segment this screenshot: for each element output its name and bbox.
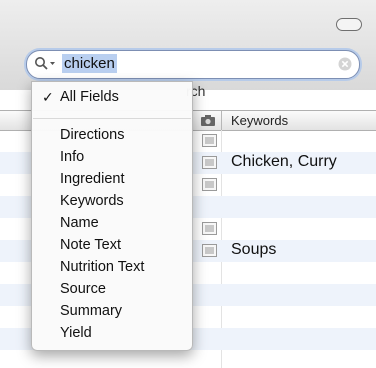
menu-item-label: Name: [60, 215, 99, 231]
menu-item-keywords[interactable]: Keywords: [32, 190, 192, 212]
menu-item-label: Yield: [60, 325, 92, 341]
row-keywords: Chicken, Curry: [231, 153, 337, 170]
checkmark-icon: ✓: [42, 89, 54, 105]
menu-item-label: Summary: [60, 303, 123, 319]
toolbar-toggle-icon[interactable]: [336, 18, 362, 31]
menu-item-all-fields[interactable]: ✓ All Fields: [32, 86, 192, 108]
menu-item-directions[interactable]: Directions: [32, 124, 192, 146]
menu-item-yield[interactable]: Yield: [32, 322, 192, 344]
photo-icon: [202, 178, 217, 191]
menu-item-label: Nutrition Text: [60, 259, 145, 275]
menu-item-label: Note Text: [60, 237, 121, 253]
menu-item-summary[interactable]: Summary: [32, 300, 192, 322]
search-field[interactable]: chicken: [26, 50, 360, 79]
photo-icon: [202, 222, 217, 235]
keywords-column-header[interactable]: Keywords: [231, 113, 288, 128]
photo-icon: [202, 156, 217, 169]
menu-separator: [33, 118, 191, 119]
menu-item-ingredient[interactable]: Ingredient: [32, 168, 192, 190]
menu-item-note-text[interactable]: Note Text: [32, 234, 192, 256]
row-keywords: Soups: [231, 241, 277, 258]
menu-item-label: Keywords: [60, 193, 124, 209]
search-icon[interactable]: [34, 56, 58, 72]
photo-icon: [202, 134, 217, 147]
menu-item-label: All Fields: [60, 89, 119, 105]
menu-item-info[interactable]: Info: [32, 146, 192, 168]
search-field-menu: ✓ All Fields Directions Info Ingredient …: [31, 81, 193, 351]
search-input[interactable]: chicken: [62, 54, 117, 73]
menu-item-label: Source: [60, 281, 106, 297]
menu-item-label: Info: [60, 149, 85, 165]
column-divider: [221, 111, 222, 130]
photo-column-icon[interactable]: [200, 114, 216, 127]
menu-item-label: Directions: [60, 127, 125, 143]
clear-search-icon[interactable]: [338, 57, 352, 71]
toolbar: chicken rch: [0, 0, 376, 99]
menu-item-nutrition-text[interactable]: Nutrition Text: [32, 256, 192, 278]
menu-item-source[interactable]: Source: [32, 278, 192, 300]
menu-item-name[interactable]: Name: [32, 212, 192, 234]
menu-item-label: Ingredient: [60, 171, 125, 187]
photo-icon: [202, 244, 217, 257]
